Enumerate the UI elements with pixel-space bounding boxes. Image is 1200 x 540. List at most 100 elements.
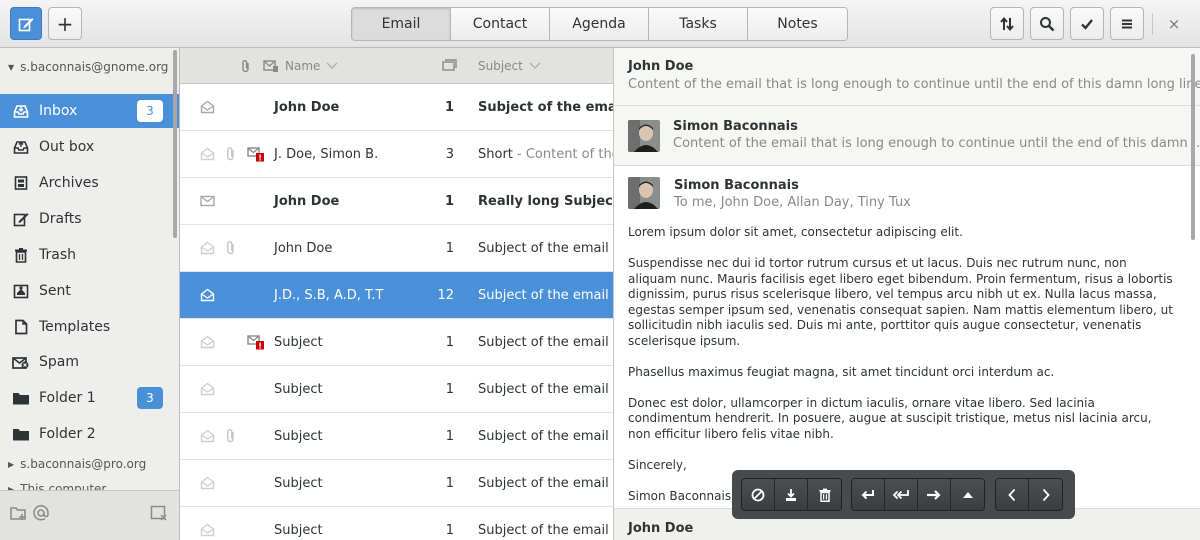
table-row[interactable]: J. Doe, Simon B. 3 Short - Content of the bbox=[180, 131, 613, 178]
row-sender: J.D., S.B, A.D, T.T bbox=[274, 287, 384, 303]
message-collapsed[interactable]: Simon Baconnais Content of the email tha… bbox=[614, 106, 1200, 166]
block-button[interactable] bbox=[742, 479, 775, 510]
message-list: Name Subject John Doe 1 Subject of the ema… bbox=[180, 48, 613, 540]
search-icon bbox=[1040, 16, 1055, 31]
templates-icon bbox=[12, 318, 30, 336]
sidebar-item-folder-2[interactable]: Folder 2 bbox=[0, 417, 179, 451]
sidebar-item-label: Archives bbox=[39, 175, 99, 191]
triangle-up-icon bbox=[962, 491, 973, 498]
block-icon bbox=[751, 488, 765, 501]
table-row[interactable]: John Doe 1 Subject of the email - bbox=[180, 225, 613, 272]
compose-button[interactable] bbox=[10, 7, 42, 40]
download-icon bbox=[786, 488, 796, 501]
sidebar-item-outbox[interactable]: Out box bbox=[0, 130, 179, 164]
new-folder-button[interactable] bbox=[10, 505, 28, 525]
row-sender: Subject bbox=[274, 381, 323, 397]
header-separator bbox=[1152, 13, 1153, 35]
account-row[interactable]: ▶ s.baconnais@pro.org bbox=[8, 457, 146, 471]
spam-icon bbox=[12, 353, 30, 371]
read-envelope-icon bbox=[200, 225, 215, 271]
add-label: + bbox=[56, 11, 74, 36]
inbox-icon bbox=[12, 102, 30, 120]
row-subject-cell: Subject of the email - bbox=[478, 366, 613, 412]
attachment-column-header[interactable] bbox=[240, 48, 252, 84]
reader-scrollbar[interactable] bbox=[1191, 54, 1195, 240]
row-thread-count: 1 bbox=[445, 334, 454, 350]
sort-arrows-icon bbox=[1000, 16, 1014, 31]
sidebar-footer bbox=[0, 490, 179, 540]
menu-button[interactable] bbox=[1110, 7, 1144, 40]
row-thread-count: 1 bbox=[444, 193, 454, 209]
row-subject: Subject of the email bbox=[478, 381, 609, 397]
table-row[interactable]: Subject 1 Subject of the email - bbox=[180, 413, 613, 460]
next-button[interactable] bbox=[1029, 479, 1062, 510]
table-row[interactable]: Subject 1 Subject of the email - bbox=[180, 460, 613, 507]
row-subject: Subject of the email bbox=[478, 240, 609, 256]
new-folder-icon bbox=[10, 507, 26, 520]
reply-all-button[interactable] bbox=[885, 479, 918, 510]
table-row[interactable]: Subject 1 Subject of the email bbox=[180, 507, 613, 540]
move-up-button[interactable] bbox=[951, 479, 984, 510]
row-thread-count: 3 bbox=[445, 146, 454, 162]
sender-name: Simon Baconnais bbox=[673, 119, 798, 134]
previous-button[interactable] bbox=[996, 479, 1029, 510]
table-row[interactable]: Subject 1 Subject of the email - bbox=[180, 366, 613, 413]
name-column-header[interactable]: Name bbox=[263, 48, 338, 84]
sidebar-item-label: Folder 1 bbox=[39, 390, 96, 406]
subject-column-header[interactable]: Subject bbox=[478, 48, 541, 84]
sidebar-item-sent[interactable]: Sent bbox=[0, 274, 179, 308]
select-button[interactable] bbox=[1070, 7, 1104, 40]
collapsed-arrow-icon: ▶ bbox=[8, 459, 15, 469]
tab-notes[interactable]: Notes bbox=[748, 8, 847, 40]
row-sender: John Doe bbox=[274, 240, 333, 256]
forward-button[interactable] bbox=[918, 479, 951, 510]
sidebar-item-templates[interactable]: Templates bbox=[0, 310, 179, 344]
close-button[interactable]: × bbox=[1164, 12, 1184, 36]
read-envelope-icon bbox=[200, 507, 215, 540]
sort-button[interactable] bbox=[990, 7, 1024, 40]
attachment-icon bbox=[225, 131, 237, 177]
table-row[interactable]: John Doe 1 Subject of the email - bbox=[180, 84, 613, 131]
tab-agenda[interactable]: Agenda bbox=[550, 8, 649, 40]
sidebar-item-drafts[interactable]: Drafts bbox=[0, 202, 179, 236]
row-subject: Subject of the email bbox=[478, 522, 609, 538]
row-subject-cell: Subject of the email - bbox=[478, 319, 613, 365]
tab-email[interactable]: Email bbox=[352, 8, 451, 40]
sidebar-item-folder-1[interactable]: Folder 1 3 bbox=[0, 381, 179, 415]
tab-tasks[interactable]: Tasks bbox=[649, 8, 748, 40]
table-row[interactable]: J.D., S.B, A.D, T.T 12 Subject of the emai… bbox=[180, 272, 613, 319]
delete-folder-button[interactable] bbox=[150, 505, 168, 525]
sidebar-item-trash[interactable]: Trash bbox=[0, 238, 179, 272]
sidebar-scrollbar[interactable] bbox=[173, 50, 177, 238]
chevron-right-icon bbox=[1042, 488, 1050, 501]
delete-button[interactable] bbox=[808, 479, 841, 510]
outbox-icon bbox=[12, 138, 30, 156]
row-subject: Short bbox=[478, 146, 513, 162]
row-subject: Subject of the email bbox=[478, 428, 609, 444]
action-group-reply bbox=[851, 478, 985, 511]
row-sender: Subject bbox=[274, 522, 323, 538]
thread-column-header[interactable] bbox=[442, 48, 458, 84]
row-sender: Subject bbox=[274, 428, 323, 444]
message-collapsed[interactable]: John Doe Content of the email that is lo… bbox=[614, 48, 1200, 106]
reply-button[interactable] bbox=[852, 479, 885, 510]
unread-badge: 3 bbox=[137, 100, 163, 122]
sidebar-item-archives[interactable]: Archives bbox=[0, 166, 179, 200]
message-snippet: Content of the email that is long enough… bbox=[628, 77, 1200, 92]
archive-icon bbox=[12, 174, 30, 192]
account-row[interactable]: ▼ s.baconnais@gnome.org bbox=[8, 60, 168, 74]
search-button[interactable] bbox=[1030, 7, 1064, 40]
download-button[interactable] bbox=[775, 479, 808, 510]
sidebar-item-spam[interactable]: Spam bbox=[0, 345, 179, 379]
tab-contact[interactable]: Contact bbox=[451, 8, 550, 40]
table-row[interactable]: John Doe 1 Really long Subject of bbox=[180, 178, 613, 225]
sidebar-item-inbox[interactable]: Inbox 3 bbox=[0, 94, 179, 128]
add-button[interactable]: + bbox=[48, 7, 82, 40]
list-header: Name Subject bbox=[180, 48, 613, 84]
sidebar-item-label: Trash bbox=[39, 247, 76, 263]
close-icon: × bbox=[1167, 15, 1181, 33]
sent-icon bbox=[12, 282, 30, 300]
table-row[interactable]: Subject 1 Subject of the email - bbox=[180, 319, 613, 366]
new-account-button[interactable] bbox=[32, 504, 50, 526]
reading-pane: John Doe Content of the email that is lo… bbox=[613, 48, 1200, 540]
